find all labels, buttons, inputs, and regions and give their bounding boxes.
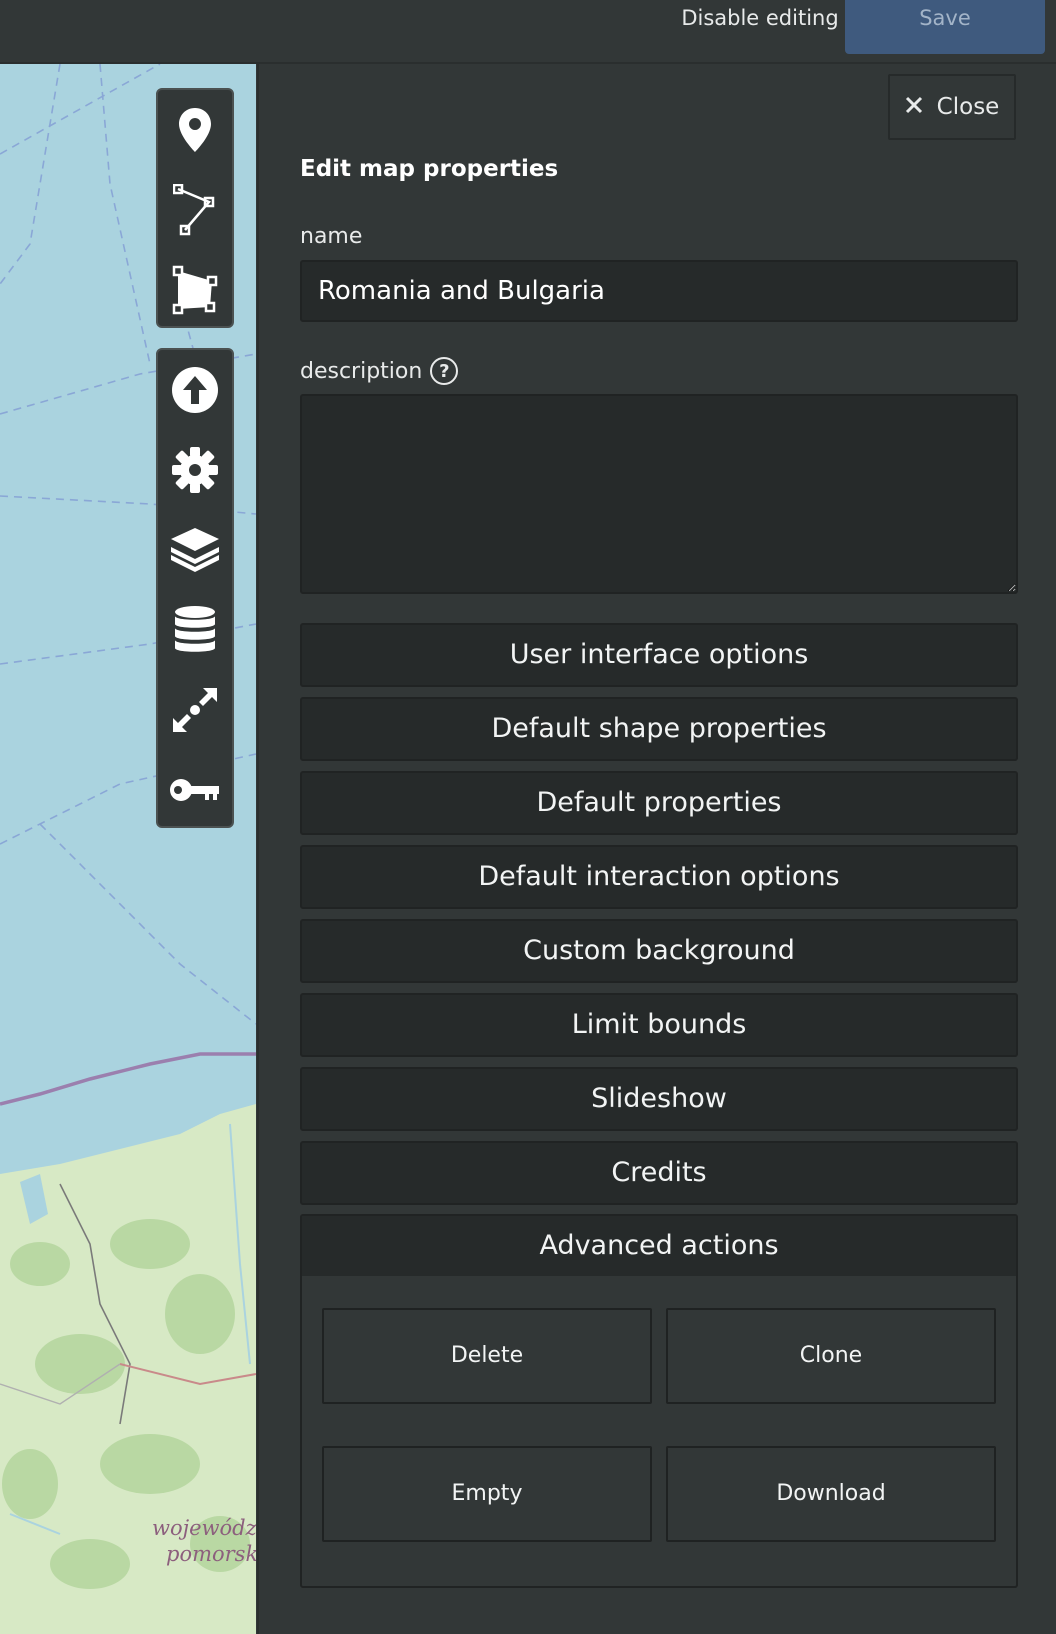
description-label-row: description ? xyxy=(300,357,459,385)
map-label-region: województwo xyxy=(152,1516,256,1540)
database-icon xyxy=(174,605,216,655)
key-icon xyxy=(169,776,221,804)
layers-icon xyxy=(169,527,221,573)
section-default-shape-properties[interactable]: Default shape properties xyxy=(300,697,1018,761)
section-custom-background[interactable]: Custom background xyxy=(300,919,1018,983)
empty-button[interactable]: Empty xyxy=(322,1446,652,1542)
draw-toolbar xyxy=(156,88,234,328)
map-label-region-2: pomorskie xyxy=(166,1542,256,1566)
clone-button[interactable]: Clone xyxy=(666,1308,996,1404)
polyline-icon xyxy=(173,184,217,236)
panel-title: Edit map properties xyxy=(300,156,559,182)
gear-icon xyxy=(171,446,219,494)
center-icon xyxy=(171,686,219,734)
advanced-actions-header[interactable]: Advanced actions xyxy=(302,1216,1016,1276)
polygon-icon xyxy=(172,265,218,315)
upload-icon xyxy=(171,366,219,414)
settings-toolbar xyxy=(156,348,234,828)
draw-polygon-button[interactable] xyxy=(158,250,232,330)
draw-marker-button[interactable] xyxy=(158,90,232,170)
section-credits[interactable]: Credits xyxy=(300,1141,1018,1205)
save-button[interactable]: Save xyxy=(845,0,1045,54)
data-browser-button[interactable] xyxy=(158,590,232,670)
permissions-button[interactable] xyxy=(158,750,232,830)
section-default-properties[interactable]: Default properties xyxy=(300,771,1018,835)
map-properties-panel: Close Edit map properties name descripti… xyxy=(257,64,1056,1634)
center-map-button[interactable] xyxy=(158,670,232,750)
map-settings-button[interactable] xyxy=(158,430,232,510)
delete-button[interactable]: Delete xyxy=(322,1308,652,1404)
close-button[interactable]: Close xyxy=(888,74,1016,140)
import-button[interactable] xyxy=(158,350,232,430)
section-slideshow[interactable]: Slideshow xyxy=(300,1067,1018,1131)
name-label: name xyxy=(300,224,363,249)
disable-editing-button[interactable]: Disable editing xyxy=(660,0,860,36)
close-label: Close xyxy=(936,94,1000,120)
section-limit-bounds[interactable]: Limit bounds xyxy=(300,993,1018,1057)
layers-button[interactable] xyxy=(158,510,232,590)
section-default-interaction-options[interactable]: Default interaction options xyxy=(300,845,1018,909)
description-textarea[interactable] xyxy=(300,394,1018,594)
section-user-interface-options[interactable]: User interface options xyxy=(300,623,1018,687)
download-button[interactable]: Download xyxy=(666,1446,996,1542)
draw-line-button[interactable] xyxy=(158,170,232,250)
description-label: description xyxy=(300,358,423,384)
help-icon[interactable]: ? xyxy=(430,357,459,385)
name-input[interactable] xyxy=(300,260,1018,322)
top-bar: Disable editing Save xyxy=(0,0,1056,64)
marker-icon xyxy=(177,106,213,154)
close-icon xyxy=(905,94,923,120)
advanced-actions-section: Advanced actions Delete Clone Empty Down… xyxy=(300,1214,1018,1588)
